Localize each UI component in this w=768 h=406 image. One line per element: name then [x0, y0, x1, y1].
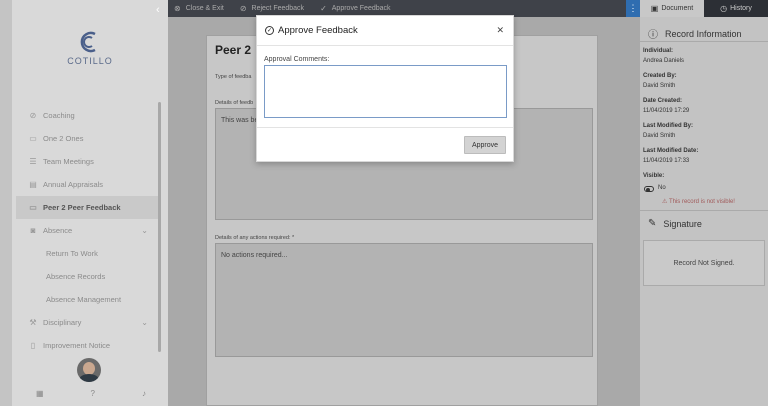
sidebar-item-label: Disciplinary	[43, 318, 82, 327]
actions-label: Details of any actions required: *	[215, 235, 295, 241]
notice-icon: ▯	[30, 341, 36, 350]
sidebar-item-label: Absence	[43, 226, 73, 235]
last-modified-date-value: 11/04/2019 17:33	[643, 158, 690, 164]
brand-name: COTILLO	[67, 56, 113, 66]
actions-field[interactable]: No actions required...	[215, 243, 593, 357]
disciplinary-icon: ⚒	[29, 318, 37, 327]
visible-label: Visible:	[643, 173, 665, 179]
sidebar-item-label: Improvement Notice	[43, 341, 111, 350]
feedback-icon: ▭	[29, 203, 37, 212]
date-created-value: 11/04/2019 17:29	[643, 108, 690, 114]
modal-title: Approve Feedback	[278, 25, 358, 36]
last-modified-date-label: Last Modified Date:	[643, 148, 699, 154]
tab-history[interactable]: ◷ History	[704, 0, 768, 17]
last-modified-by-label: Last Modified By:	[643, 123, 694, 129]
grid-icon[interactable]: ▦	[36, 389, 44, 398]
chevron-down-icon: ⌄	[141, 318, 148, 327]
right-panel: ▣ Document ◷ History ⓘ Record Informatio…	[640, 0, 768, 406]
help-icon[interactable]: ?	[91, 389, 95, 398]
signature-box: Record Not Signed.	[643, 240, 765, 286]
reject-feedback-button[interactable]: ⊘ Reject Feedback	[240, 4, 304, 13]
sidebar-item-label: One 2 Ones	[43, 134, 84, 143]
logo: COTILLO	[62, 30, 118, 66]
sidebar-nav: ⊘ Coaching ▭ One 2 Ones ☰ Team Meetings …	[16, 104, 158, 357]
sidebar-item-disciplinary[interactable]: ⚒ Disciplinary ⌄	[16, 311, 158, 334]
bell-icon[interactable]: ♪	[142, 389, 146, 398]
sidebar-item-absence-records[interactable]: Absence Records	[16, 265, 158, 288]
sidebar-item-label: Coaching	[43, 111, 75, 120]
sidebar-item-label: Absence Records	[46, 272, 106, 281]
close-icon[interactable]: ✕	[496, 25, 504, 36]
approve-button[interactable]: Approve	[464, 136, 506, 154]
check-circle-icon: ✓	[265, 26, 274, 35]
appraisals-icon: ▤	[29, 180, 37, 189]
date-created-label: Date Created:	[643, 98, 683, 104]
sidebar-item-label: Peer 2 Peer Feedback	[43, 203, 121, 212]
avatar[interactable]	[77, 358, 101, 382]
approval-comments-input[interactable]	[264, 65, 507, 118]
sidebar-item-label: Annual Appraisals	[43, 180, 104, 189]
type-label: Type of feedba	[215, 74, 252, 80]
logo-mark-icon	[80, 31, 96, 53]
warning-icon: ⚠	[662, 199, 668, 205]
last-modified-by-value: David Smith	[643, 133, 676, 139]
individual-value: Andrea Daniels	[643, 58, 685, 64]
sidebar-item-label: Return To Work	[46, 249, 98, 258]
visible-value: No	[658, 185, 666, 191]
sidebar-item-team-meetings[interactable]: ☰ Team Meetings	[16, 150, 158, 173]
modal-header: ✓ Approve Feedback ✕	[257, 16, 513, 46]
record-info-title: ⓘ Record Information	[648, 26, 742, 42]
chevron-down-icon: ⌄	[141, 226, 148, 235]
sidebar-item-improvement-notice[interactable]: ▯ Improvement Notice	[16, 334, 158, 357]
details-label: Details of feedb	[215, 100, 254, 106]
meetings-icon: ☰	[29, 157, 37, 166]
sidebar-item-label: Team Meetings	[43, 157, 94, 166]
history-icon: ◷	[720, 4, 728, 13]
signature-title: ✎ Signature	[648, 218, 702, 229]
sidebar-footer: ▦ ? ♪	[36, 389, 146, 398]
signature-icon: ✎	[648, 218, 657, 229]
comments-label: Approval Comments:	[264, 56, 330, 63]
approve-feedback-button[interactable]: ✓ Approve Feedback	[320, 4, 390, 13]
more-options-icon[interactable]: ⋮	[626, 0, 640, 17]
right-tabs: ▣ Document ◷ History	[640, 0, 768, 17]
visible-toggle[interactable]	[644, 186, 654, 192]
sidebar-item-coaching[interactable]: ⊘ Coaching	[16, 104, 158, 127]
close-exit-button[interactable]: ⊗ Close & Exit	[174, 4, 224, 13]
sidebar-item-absence-management[interactable]: Absence Management	[16, 288, 158, 311]
created-by-value: David Smith	[643, 83, 676, 89]
approve-feedback-modal: ✓ Approve Feedback ✕ Approval Comments: …	[256, 15, 514, 162]
one2ones-icon: ▭	[29, 134, 37, 143]
reject-icon: ⊘	[239, 4, 247, 13]
check-circle-icon: ✓	[320, 4, 327, 13]
document-icon: ▣	[650, 4, 659, 13]
close-circle-icon: ⊗	[174, 4, 181, 13]
info-icon: ⓘ	[648, 30, 658, 41]
absence-icon: ◙	[30, 226, 36, 235]
sidebar-item-annual-appraisals[interactable]: ▤ Annual Appraisals	[16, 173, 158, 196]
form-title: Peer 2	[215, 43, 252, 57]
sidebar-item-peer-feedback[interactable]: ▭ Peer 2 Peer Feedback	[16, 196, 158, 219]
sidebar-item-absence[interactable]: ◙ Absence ⌄	[16, 219, 158, 242]
sidebar-item-one2ones[interactable]: ▭ One 2 Ones	[16, 127, 158, 150]
created-by-label: Created By:	[643, 73, 677, 79]
sidebar-item-label: Absence Management	[46, 295, 122, 304]
individual-label: Individual:	[643, 48, 673, 54]
sidebar: ‹ COTILLO ⊘ Coaching ▭ One 2 Ones ☰ Team…	[0, 0, 168, 406]
collapse-sidebar-icon[interactable]: ‹	[156, 4, 160, 16]
sidebar-scrollbar[interactable]	[158, 102, 161, 352]
visibility-warning: ⚠ This record is not visible!	[662, 199, 735, 205]
sidebar-strip	[0, 0, 12, 406]
sidebar-item-return-to-work[interactable]: Return To Work	[16, 242, 158, 265]
coaching-icon: ⊘	[29, 111, 37, 120]
tab-document[interactable]: ▣ Document	[640, 0, 704, 17]
